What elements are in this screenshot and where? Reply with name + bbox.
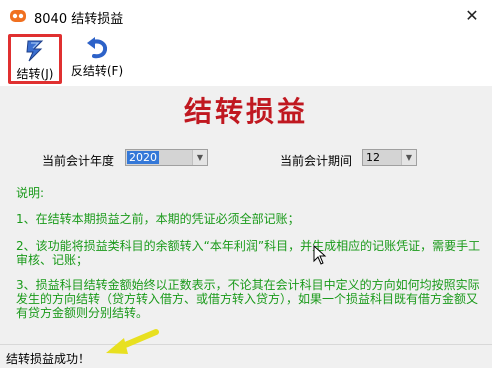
note-item-2: 2、该功能将损益类科目的余额转入“本年利润”科目，并生成相应的记账凭证，需要手工… [16, 239, 481, 267]
notes-heading: 说明: [16, 186, 45, 200]
main-panel: 结转损益 当前会计年度 2020 ▼ 当前会计期间 12 ▼ 说明: 1、在结转… [0, 86, 492, 344]
fiscal-period-value: 12 [366, 151, 380, 164]
note-item-3: 3、损益科目结转金额始终以正数表示，不论其在会计科目中定义的方向如何均按照实际发… [16, 278, 480, 320]
close-profit-loss-button[interactable]: 结转(J) [8, 34, 62, 84]
status-bar: 结转损益成功！ [0, 344, 492, 368]
chevron-down-icon[interactable]: ▼ [401, 150, 416, 165]
annotation-arrow-icon [106, 329, 159, 354]
fiscal-period-label: 当前会计期间 [280, 154, 353, 168]
title-bar: 8040 结转损益 ✕ [0, 0, 492, 32]
reverse-close-label: 反结转(F) [70, 64, 124, 78]
status-message: 结转损益成功！ [6, 352, 91, 366]
page-title: 结转损益 [183, 95, 308, 128]
fiscal-year-select[interactable]: 2020 ▼ [125, 149, 208, 166]
fiscal-year-label: 当前会计年度 [42, 154, 115, 168]
fiscal-year-value: 2020 [127, 151, 159, 164]
reverse-close-button[interactable]: 反结转(F) [66, 34, 128, 84]
undo-arrow-icon [87, 37, 108, 59]
app-logo-icon [10, 10, 26, 22]
lightning-transfer-icon [26, 40, 44, 62]
chevron-down-icon[interactable]: ▼ [192, 150, 207, 165]
close-window-button[interactable]: ✕ [456, 4, 488, 28]
mouse-cursor-icon [313, 245, 327, 265]
close-profit-loss-label: 结转(J) [16, 67, 54, 81]
fiscal-period-select[interactable]: 12 ▼ [362, 149, 417, 166]
window-title: 8040 结转损益 [34, 12, 124, 27]
note-item-1: 1、在结转本期损益之前，本期的凭证必须全部记账； [16, 212, 300, 226]
toolbar: 结转(J) 反结转(F) [0, 32, 492, 86]
